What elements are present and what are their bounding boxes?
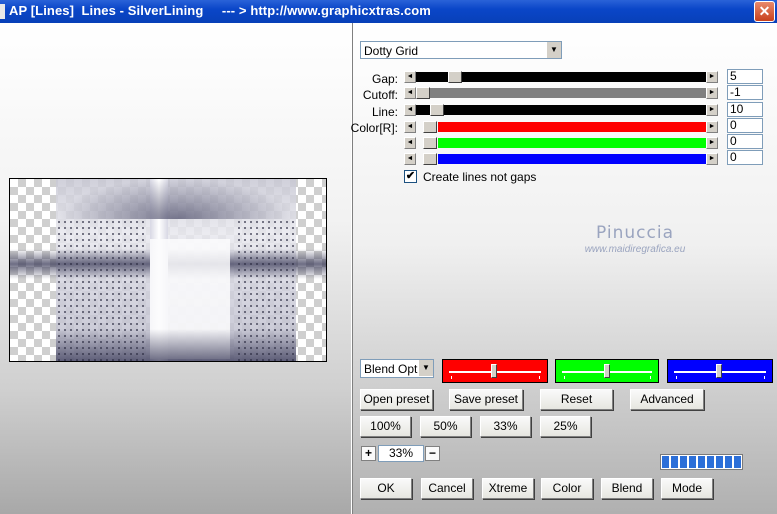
- watermark-url: www.maidiregrafica.eu: [584, 244, 686, 255]
- checkmark-icon: ✔: [405, 170, 416, 182]
- red-slider[interactable]: ◄ ►: [404, 121, 718, 133]
- slider-thumb[interactable]: [430, 104, 444, 116]
- close-button[interactable]: ✕: [754, 1, 775, 22]
- watermark-name: Pinuccia: [596, 223, 674, 243]
- preview-image[interactable]: [9, 178, 327, 362]
- progress-segment: [671, 456, 678, 468]
- save-preset-button[interactable]: Save preset: [449, 389, 523, 410]
- line-slider[interactable]: ◄ ►: [404, 104, 718, 116]
- param-label-gap: Gap:: [371, 72, 398, 86]
- blend-button[interactable]: Blend: [601, 478, 653, 499]
- advanced-button[interactable]: Advanced: [630, 389, 704, 410]
- blend-selected: Blend Optio: [364, 362, 419, 376]
- zoom-33-button[interactable]: 33%: [480, 416, 531, 437]
- progress-segment: [689, 456, 696, 468]
- zoom-out-button[interactable]: −: [425, 446, 440, 461]
- controls-pane: Dotty Grid ▼ Gap: ◄ ► 5 Cutoff: ◄ ► -1 L…: [350, 23, 777, 514]
- param-label-cutoff: Cutoff:: [362, 88, 398, 102]
- create-lines-label: Create lines not gaps: [423, 170, 537, 184]
- zoom-100-button[interactable]: 100%: [360, 416, 411, 437]
- progress-segment: [725, 456, 732, 468]
- progress-segment: [662, 456, 669, 468]
- cancel-button[interactable]: Cancel: [421, 478, 473, 499]
- green-channel-slider[interactable]: [555, 359, 659, 383]
- chevron-down-icon: ▼: [546, 42, 561, 58]
- arrow-right-icon[interactable]: ►: [706, 71, 718, 83]
- reset-button[interactable]: Reset: [540, 389, 613, 410]
- app-icon: [0, 4, 5, 19]
- effect-dropdown[interactable]: Dotty Grid ▼: [360, 41, 562, 59]
- slider-thumb[interactable]: [423, 153, 437, 165]
- arrow-left-icon[interactable]: ◄: [404, 104, 416, 116]
- slider-thumb[interactable]: [491, 364, 497, 378]
- blue-slider[interactable]: ◄ ►: [404, 153, 718, 165]
- arrow-left-icon[interactable]: ◄: [404, 87, 416, 99]
- slider-thumb[interactable]: [416, 87, 430, 99]
- arrow-right-icon[interactable]: ►: [706, 121, 718, 133]
- close-icon: ✕: [758, 3, 771, 19]
- mode-button[interactable]: Mode: [661, 478, 713, 499]
- green-value-field[interactable]: 0: [727, 134, 763, 149]
- window-title: AP [Lines] Lines - SilverLining --- > ht…: [9, 3, 431, 18]
- gap-slider[interactable]: ◄ ►: [404, 71, 718, 83]
- progress-bar: [660, 454, 743, 470]
- arrow-right-icon[interactable]: ►: [706, 153, 718, 165]
- line-value-field[interactable]: 10: [727, 102, 763, 117]
- chevron-down-icon: ▼: [418, 360, 433, 376]
- green-slider[interactable]: ◄ ►: [404, 137, 718, 149]
- zoom-value-field[interactable]: 33%: [378, 445, 424, 462]
- open-preset-button[interactable]: Open preset: [360, 389, 433, 410]
- arrow-left-icon[interactable]: ◄: [404, 71, 416, 83]
- red-value-field[interactable]: 0: [727, 118, 763, 133]
- zoom-25-button[interactable]: 25%: [540, 416, 591, 437]
- zoom-50-button[interactable]: 50%: [420, 416, 471, 437]
- slider-thumb[interactable]: [716, 364, 722, 378]
- slider-thumb[interactable]: [423, 137, 437, 149]
- progress-segment: [698, 456, 705, 468]
- arrow-right-icon[interactable]: ►: [706, 137, 718, 149]
- blend-options-dropdown[interactable]: Blend Optio ▼: [360, 359, 434, 378]
- progress-segment: [680, 456, 687, 468]
- effect-selected: Dotty Grid: [364, 44, 419, 58]
- red-channel-slider[interactable]: [442, 359, 548, 383]
- zoom-in-button[interactable]: +: [361, 446, 376, 461]
- slider-thumb[interactable]: [604, 364, 610, 378]
- create-lines-checkbox[interactable]: ✔: [404, 170, 417, 183]
- gap-value-field[interactable]: 5: [727, 69, 763, 84]
- blue-channel-slider[interactable]: [667, 359, 773, 383]
- progress-segment: [707, 456, 714, 468]
- param-label-line: Line:: [371, 105, 398, 119]
- arrow-right-icon[interactable]: ►: [706, 104, 718, 116]
- slider-thumb[interactable]: [423, 121, 437, 133]
- arrow-right-icon[interactable]: ►: [706, 87, 718, 99]
- arrow-left-icon[interactable]: ◄: [404, 137, 416, 149]
- preview-pane: [0, 23, 351, 514]
- ok-button[interactable]: OK: [360, 478, 412, 499]
- cutoff-slider[interactable]: ◄ ►: [404, 87, 718, 99]
- arrow-left-icon[interactable]: ◄: [404, 121, 416, 133]
- blue-value-field[interactable]: 0: [727, 150, 763, 165]
- title-bar: AP [Lines] Lines - SilverLining --- > ht…: [0, 0, 777, 23]
- param-label-color: Color[R]:: [350, 121, 398, 135]
- arrow-left-icon[interactable]: ◄: [404, 153, 416, 165]
- color-button[interactable]: Color: [541, 478, 593, 499]
- xtreme-button[interactable]: Xtreme: [482, 478, 534, 499]
- progress-segment: [716, 456, 723, 468]
- cutoff-value-field[interactable]: -1: [727, 85, 763, 100]
- slider-thumb[interactable]: [448, 71, 462, 83]
- progress-segment: [734, 456, 741, 468]
